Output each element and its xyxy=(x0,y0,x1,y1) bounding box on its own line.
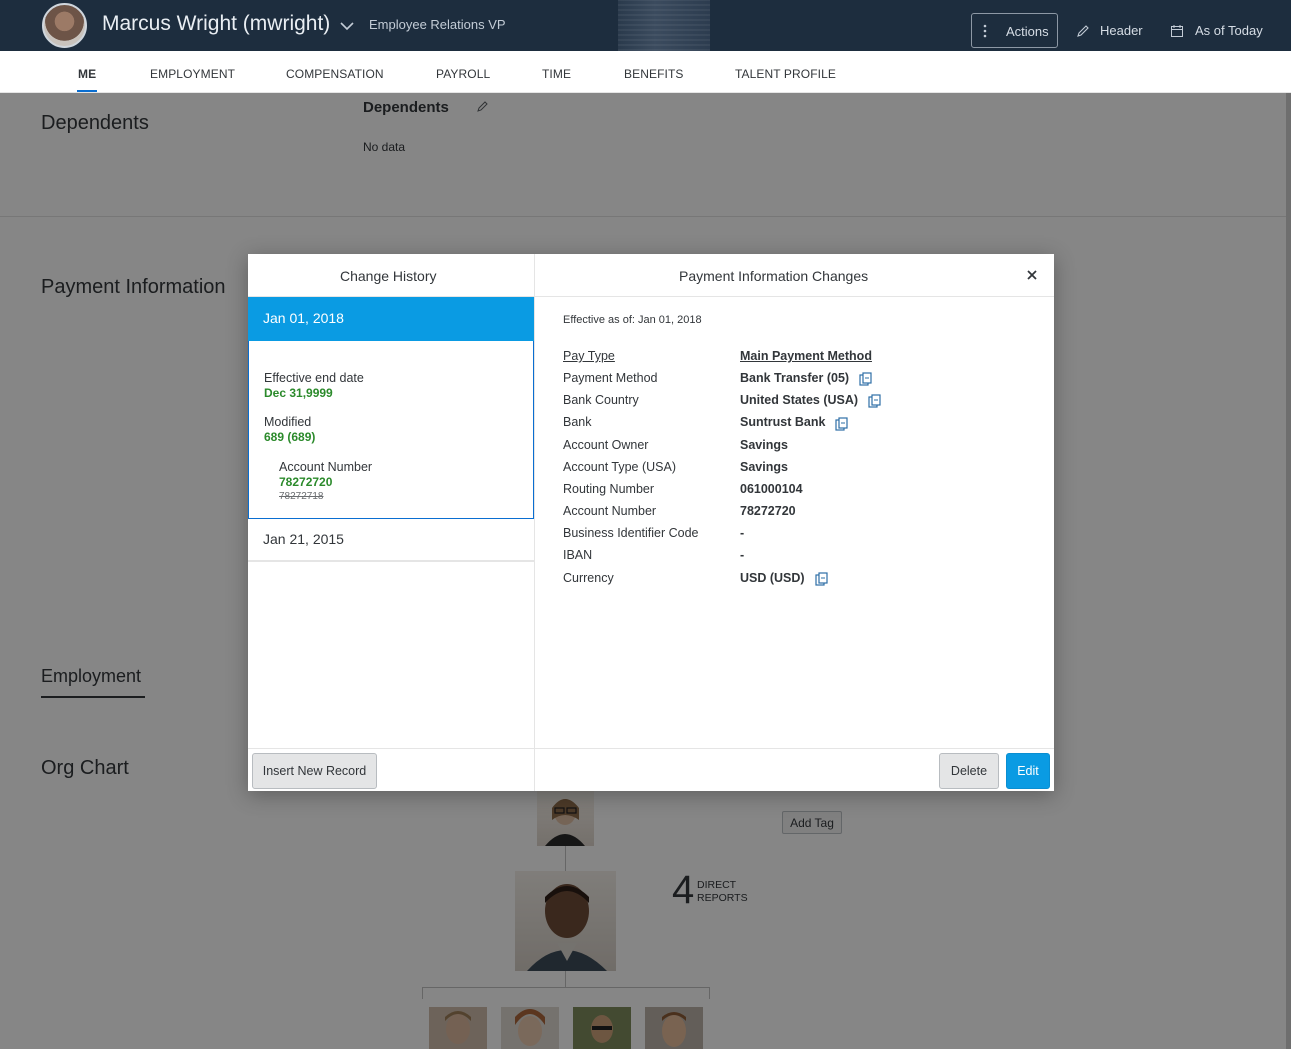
field-value-pay-type: Main Payment Method xyxy=(740,349,872,363)
actions-button[interactable]: Actions xyxy=(971,13,1058,48)
tab-employment[interactable]: EMPLOYMENT xyxy=(150,67,235,81)
field-label-bank-country: Bank Country xyxy=(563,393,639,407)
field-value-account-type: Savings xyxy=(740,460,788,474)
field-label-account-number: Account Number xyxy=(563,504,657,518)
changed-field-label: Account Number xyxy=(279,460,373,474)
active-tab-indicator xyxy=(77,90,97,92)
change-history-footer: Insert New Record xyxy=(248,748,534,791)
chevron-down-icon[interactable] xyxy=(339,21,355,31)
tab-time[interactable]: TIME xyxy=(542,67,571,81)
tab-payroll[interactable]: PAYROLL xyxy=(436,67,490,81)
change-history-panel: Change History Jan 01, 2018 Effective en… xyxy=(248,254,535,791)
tab-compensation[interactable]: COMPENSATION xyxy=(286,67,384,81)
history-item-details: Effective end date Dec 31,9999 Modified … xyxy=(248,341,534,519)
effective-as-of: Effective as of: Jan 01, 2018 xyxy=(563,314,702,326)
change-history-title: Change History xyxy=(340,268,437,284)
copy-icon[interactable] xyxy=(859,372,872,386)
field-label-business-identifier-code: Business Identifier Code xyxy=(563,526,699,540)
field-label-bank: Bank xyxy=(563,415,592,429)
calendar-icon xyxy=(1171,25,1183,37)
close-icon[interactable] xyxy=(1025,268,1039,282)
history-item-date: Jan 01, 2018 xyxy=(263,310,344,326)
delete-button[interactable]: Delete xyxy=(939,753,999,789)
changed-field-new-value: 78272720 xyxy=(279,475,333,489)
header-button[interactable]: Header xyxy=(1100,23,1143,38)
insert-new-record-button[interactable]: Insert New Record xyxy=(252,753,377,789)
change-history-header: Change History xyxy=(248,254,534,297)
employee-title: Employee Relations VP xyxy=(369,17,506,32)
field-value-currency: USD (USD) xyxy=(740,571,805,585)
modified-value: 689 (689) xyxy=(264,430,316,444)
modified-label: Modified xyxy=(264,415,312,429)
copy-icon[interactable] xyxy=(835,417,848,431)
history-item-selected[interactable]: Jan 01, 2018 xyxy=(248,297,534,341)
copy-icon[interactable] xyxy=(815,572,828,586)
dialog-title: Payment Information Changes xyxy=(679,268,869,284)
payment-information-panel: Payment Information Changes Effective as… xyxy=(535,254,1054,791)
more-vertical-icon xyxy=(983,24,987,38)
employee-name[interactable]: Marcus Wright (mwright) xyxy=(102,12,330,36)
field-label-payment-method: Payment Method xyxy=(563,371,658,385)
field-value-bank-country: United States (USA) xyxy=(740,393,859,407)
payment-information-changes-dialog: Change History Jan 01, 2018 Effective en… xyxy=(248,254,1054,791)
effective-end-label: Effective end date xyxy=(264,371,364,385)
copy-icon[interactable] xyxy=(868,394,881,408)
page-scrollbar[interactable] xyxy=(1286,93,1291,1049)
changed-field-old-value: 78272718 xyxy=(279,491,324,502)
payment-information-header: Payment Information Changes xyxy=(535,254,1054,297)
field-value-account-owner: Savings xyxy=(740,438,788,452)
history-item[interactable]: Jan 21, 2015 xyxy=(248,519,534,562)
field-label-iban: IBAN xyxy=(563,548,593,562)
field-label-account-owner: Account Owner xyxy=(563,438,649,452)
actions-label: Actions xyxy=(1006,24,1049,39)
shell-header: Marcus Wright (mwright) Employee Relatio… xyxy=(0,0,1291,51)
field-label-account-type: Account Type (USA) xyxy=(563,460,677,474)
tab-bar: ME EMPLOYMENT COMPENSATION PAYROLL TIME … xyxy=(0,51,1291,93)
edit-button[interactable]: Edit xyxy=(1006,753,1050,789)
effective-end-value: Dec 31,9999 xyxy=(264,386,333,400)
tab-talent-profile[interactable]: TALENT PROFILE xyxy=(735,67,836,81)
field-label-routing-number: Routing Number xyxy=(563,482,655,496)
history-item-date: Jan 21, 2015 xyxy=(263,531,344,547)
header-background-image xyxy=(618,0,710,51)
as-of-today-button[interactable]: As of Today xyxy=(1195,23,1263,38)
tab-benefits[interactable]: BENEFITS xyxy=(624,67,683,81)
field-value-business-identifier-code: - xyxy=(740,526,745,540)
dialog-footer: Delete Edit xyxy=(535,748,1054,791)
field-value-iban: - xyxy=(740,548,745,562)
tab-me[interactable]: ME xyxy=(78,67,96,81)
field-label-pay-type: Pay Type xyxy=(563,349,615,363)
field-value-routing-number: 061000104 xyxy=(740,482,803,496)
avatar[interactable] xyxy=(42,3,87,48)
field-label-currency: Currency xyxy=(563,571,614,585)
field-value-payment-method: Bank Transfer (05) xyxy=(740,371,850,385)
field-value-account-number: 78272720 xyxy=(740,504,796,518)
field-value-bank: Suntrust Bank xyxy=(740,415,826,429)
pencil-icon xyxy=(1077,25,1089,37)
